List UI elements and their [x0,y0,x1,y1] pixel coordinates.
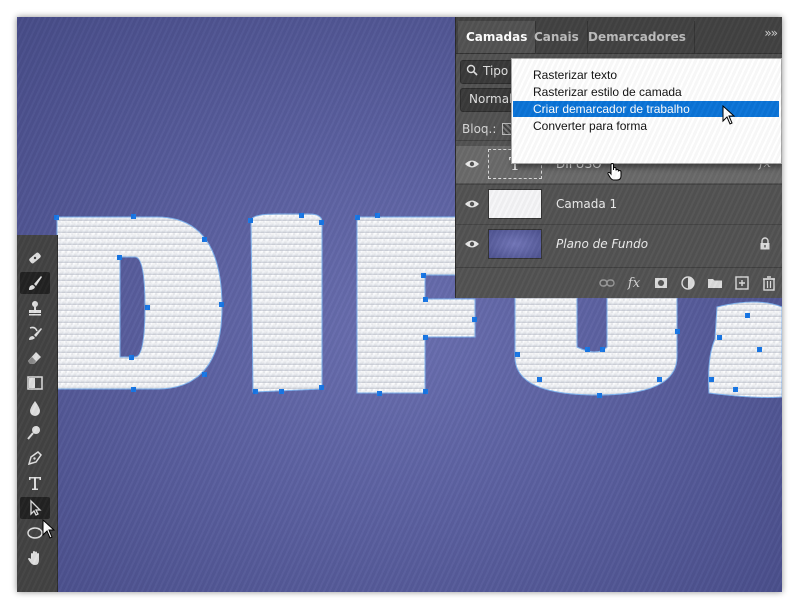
eraser-tool[interactable] [20,347,50,369]
pen-icon [27,451,42,466]
clone-stamp-tool[interactable] [20,297,50,319]
new-layer-icon [735,276,749,290]
dodge-icon [27,426,40,440]
path-selection-tool[interactable] [20,497,50,519]
mouse-arrow-cursor-icon [722,105,736,125]
blur-tool[interactable] [20,397,50,419]
layer-context-menu: Rasterizar texto Rasterizar estilo de ca… [511,58,782,164]
dodge-tool[interactable] [20,422,50,444]
mask-icon [655,278,667,288]
clone-stamp-icon [29,301,41,316]
layer-row-camada-1[interactable]: Camada 1 [456,186,782,223]
photoshop-window: Camadas Canais Demarcadores »» Tipo Norm… [17,17,782,592]
visibility-eye-icon[interactable] [464,197,480,211]
add-mask-button[interactable] [653,275,669,291]
layer-name[interactable]: Camada 1 [556,197,617,211]
pen-tool[interactable] [20,447,50,469]
type-icon [29,477,41,490]
divider [456,224,782,225]
layer-row-plano-de-fundo[interactable]: Plano de Fundo [456,226,782,263]
lock-label: Bloq.: [462,122,497,136]
fx-icon: fx [627,275,641,291]
search-icon [466,64,478,76]
healing-brush-tool[interactable] [20,247,50,269]
path-selection-icon [30,499,42,516]
history-brush-tool[interactable] [20,322,50,344]
type-tool[interactable] [20,472,50,494]
brush-tool[interactable] [20,272,50,294]
trash-icon [763,276,775,291]
healing-brush-icon [29,252,41,264]
hand-icon [28,551,39,565]
link-layers-button[interactable] [599,275,615,291]
visibility-eye-icon[interactable] [464,157,480,171]
history-brush-icon [29,326,42,340]
brush-icon [29,276,42,290]
gradient-icon [27,376,43,390]
add-layer-style-button[interactable]: fx [626,275,642,291]
blend-mode-value: Normal [469,92,513,106]
letter-d [56,216,223,390]
menu-item-create-work-path[interactable]: Criar demarcador de trabalho [513,101,779,117]
tab-paths[interactable]: Demarcadores [580,21,695,53]
tab-layers[interactable]: Camadas [458,21,537,53]
hand-pointer-cursor-icon [607,162,622,181]
new-layer-button[interactable] [734,275,750,291]
layer-name[interactable]: Plano de Fundo [556,237,648,251]
visibility-eye-icon[interactable] [464,237,480,251]
new-adjustment-layer-button[interactable] [680,275,696,291]
adjustment-icon [681,276,695,290]
gradient-tool[interactable] [20,372,50,394]
new-group-button[interactable] [707,275,723,291]
mouse-arrow-cursor-icon [42,519,56,539]
menu-item-rasterize-text[interactable]: Rasterizar texto [513,67,779,83]
menu-item-convert-to-shape[interactable]: Converter para forma [513,118,779,134]
tab-channels[interactable]: Canais [526,21,588,53]
panel-tab-bar: Camadas Canais Demarcadores »» [456,17,782,54]
eraser-icon [28,352,41,364]
layer-thumbnail [488,189,542,219]
layer-thumbnail [488,229,542,259]
letter-i [250,213,323,393]
link-icon [599,279,615,287]
panel-collapse-icon[interactable]: »» [764,26,778,40]
layer-filter-label: Tipo [483,64,509,78]
delete-layer-button[interactable] [761,275,777,291]
layers-panel-footer: fx [456,267,782,298]
lock-icon [760,237,770,250]
menu-item-rasterize-layer-style[interactable]: Rasterizar estilo de camada [513,84,779,100]
folder-icon [708,279,722,288]
divider [456,184,782,185]
hand-tool[interactable] [20,547,50,569]
blur-drop-icon [30,401,40,416]
